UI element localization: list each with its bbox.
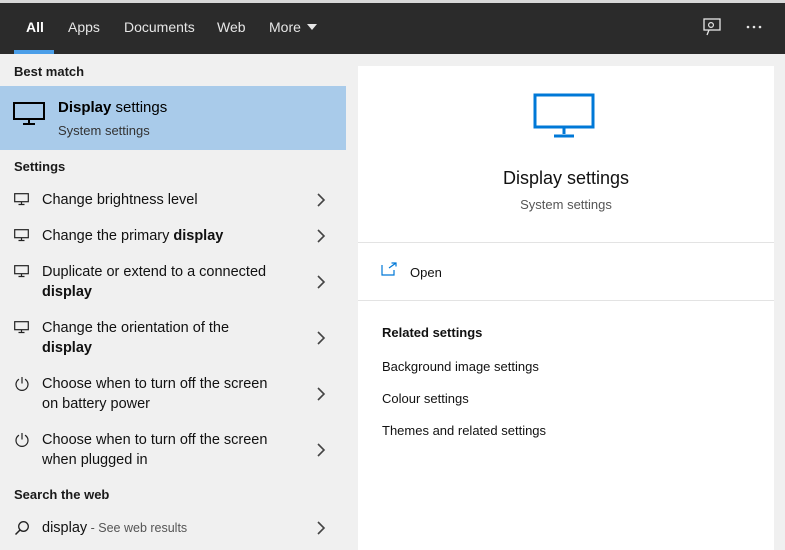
preview-pane: Display settings System settings Open Re… (358, 66, 774, 550)
settings-heading: Settings (14, 159, 66, 174)
search-icon (14, 521, 29, 536)
item-label-line2: on battery power (42, 396, 151, 412)
best-match-title-bold: Display (58, 99, 112, 116)
preview-subtitle: System settings (520, 197, 612, 212)
divider (358, 242, 774, 243)
item-label: Choose when to turn off the screen (42, 432, 268, 448)
item-label-bold: display (173, 228, 224, 244)
best-match-title: Display settings (58, 99, 167, 116)
chevron-right-icon (317, 275, 326, 289)
settings-item-duplicate-extend[interactable]: Duplicate or extend to a connected displ… (0, 262, 346, 302)
related-link-background[interactable]: Background image settings (382, 359, 539, 374)
tab-web[interactable]: Web (217, 0, 246, 54)
monitor-icon (13, 102, 45, 125)
chevron-right-icon (317, 193, 326, 207)
item-label-line2: when plugged in (42, 452, 148, 468)
item-label: Choose when to turn off the screen (42, 376, 268, 392)
open-action[interactable]: Open (358, 256, 774, 288)
background-strip (774, 54, 785, 550)
chevron-right-icon (317, 229, 326, 243)
web-query: display (42, 520, 88, 536)
item-label: Change the orientation of the (42, 320, 230, 336)
chevron-right-icon (317, 443, 326, 457)
monitor-icon (14, 265, 29, 278)
monitor-icon (14, 193, 29, 206)
more-options-icon[interactable] (744, 17, 764, 37)
chevron-right-icon (317, 521, 326, 535)
chevron-right-icon (317, 387, 326, 401)
related-settings-heading: Related settings (382, 325, 483, 340)
feedback-icon[interactable] (702, 17, 722, 37)
related-link-themes[interactable]: Themes and related settings (382, 423, 546, 438)
item-label: Change the primary (42, 228, 174, 244)
chevron-right-icon (317, 331, 326, 345)
search-filter-bar: All Apps Documents Web More (0, 0, 785, 54)
tab-more-label: More (269, 19, 301, 35)
settings-item-screen-off-plugged[interactable]: Choose when to turn off the screen when … (0, 430, 346, 470)
power-icon (15, 433, 29, 447)
item-label: Duplicate or extend to a connected (42, 264, 267, 280)
caret-down-icon (306, 24, 317, 30)
web-search-result[interactable]: display - See web results (0, 518, 346, 538)
tab-apps[interactable]: Apps (68, 0, 100, 54)
open-external-icon (381, 262, 397, 276)
tab-more[interactable]: More (269, 0, 317, 54)
best-match-subtitle: System settings (58, 123, 150, 138)
divider (358, 300, 774, 301)
monitor-icon (533, 93, 595, 138)
best-match-heading: Best match (14, 64, 85, 79)
results-pane: Best match Display settings System setti… (0, 54, 346, 550)
power-icon (15, 377, 29, 391)
tab-all[interactable]: All (26, 0, 44, 54)
settings-item-orientation[interactable]: Change the orientation of the display (0, 318, 346, 358)
web-suffix: - See web results (87, 521, 188, 535)
best-match-title-rest: settings (111, 99, 168, 116)
settings-item-screen-off-battery[interactable]: Choose when to turn off the screen on ba… (0, 374, 346, 414)
background-window-sliver (0, 0, 785, 3)
tab-documents[interactable]: Documents (124, 0, 195, 54)
item-label-bold: display (42, 284, 92, 300)
search-web-heading: Search the web (14, 487, 110, 502)
related-link-colour[interactable]: Colour settings (382, 391, 469, 406)
preview-title: Display settings (502, 168, 630, 188)
item-label-bold: display (42, 340, 92, 356)
settings-item-brightness[interactable]: Change brightness level (0, 190, 346, 210)
monitor-icon (14, 321, 29, 334)
settings-item-primary-display[interactable]: Change the primary display (0, 226, 346, 246)
best-match-result[interactable]: Display settings System settings (0, 86, 346, 150)
item-label: Change brightness level (42, 192, 198, 208)
open-label: Open (410, 265, 442, 280)
monitor-icon (14, 229, 29, 242)
